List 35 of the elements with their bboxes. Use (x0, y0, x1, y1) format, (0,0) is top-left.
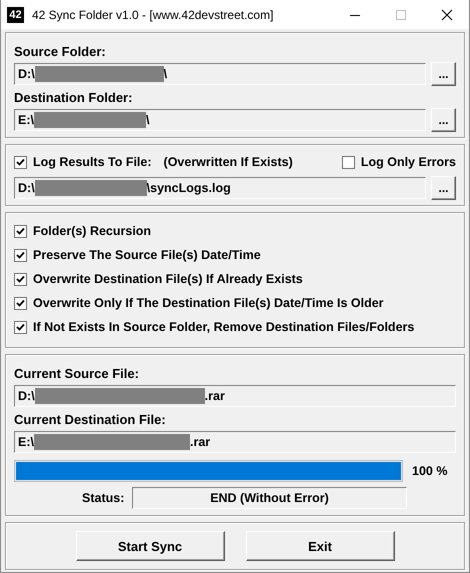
checkbox[interactable] (14, 296, 27, 310)
checkbox[interactable] (342, 156, 355, 168)
window-title: 42 Sync Folder v1.0 - [www.42devstreet.com] (32, 8, 274, 22)
status-label: Status: (82, 490, 126, 504)
path-field[interactable]: E:\ \ (14, 108, 426, 130)
checkbox[interactable] (14, 248, 27, 262)
checkbox[interactable] (14, 224, 27, 238)
path-field[interactable]: D:\ \ (14, 62, 426, 84)
path-field[interactable]: D:\ \syncLogs.log (14, 176, 426, 198)
checkbox-label: Overwrite Only If The Destination File(s) Date/Time Is Older (33, 296, 384, 310)
checkbox[interactable] (14, 272, 27, 286)
browse-button[interactable]: ... (431, 176, 456, 200)
action-button[interactable]: Exit (246, 531, 394, 561)
checkbox-label: Folder(s) Recursion (33, 224, 152, 238)
checkbox-label: Log Only Errors (360, 155, 456, 169)
percent-text: 100 % (412, 464, 448, 478)
field-label: Current Destination File: (14, 411, 167, 429)
checkbox-label: Log Results To File: (33, 155, 152, 169)
hint-text: (Overwritten If Exists) (164, 155, 293, 169)
field-label: Source Folder: (14, 43, 107, 61)
checkbox-label: Preserve The Source File(s) Date/Time (33, 248, 261, 262)
browse-button[interactable]: ... (431, 62, 456, 86)
checkbox-label: Overwrite Destination File(s) If Already Exists (33, 272, 303, 286)
checkbox[interactable] (14, 156, 27, 168)
checkbox-label: If Not Exists In Source Folder, Remove Destination Files/Folders (33, 320, 414, 334)
browse-button[interactable]: ... (431, 108, 456, 132)
status-field: END (Without Error) (132, 486, 407, 508)
field-label: Destination Folder: (14, 89, 134, 107)
checkbox[interactable] (14, 320, 27, 334)
field-label: Current Source File: (14, 365, 140, 383)
close-icon[interactable] (441, 8, 453, 20)
action-button[interactable]: Start Sync (76, 531, 224, 561)
path-field[interactable]: E:\ .rar (14, 430, 456, 452)
path-field[interactable]: D:\ .rar (14, 384, 456, 406)
app-icon: 42 (7, 6, 24, 22)
